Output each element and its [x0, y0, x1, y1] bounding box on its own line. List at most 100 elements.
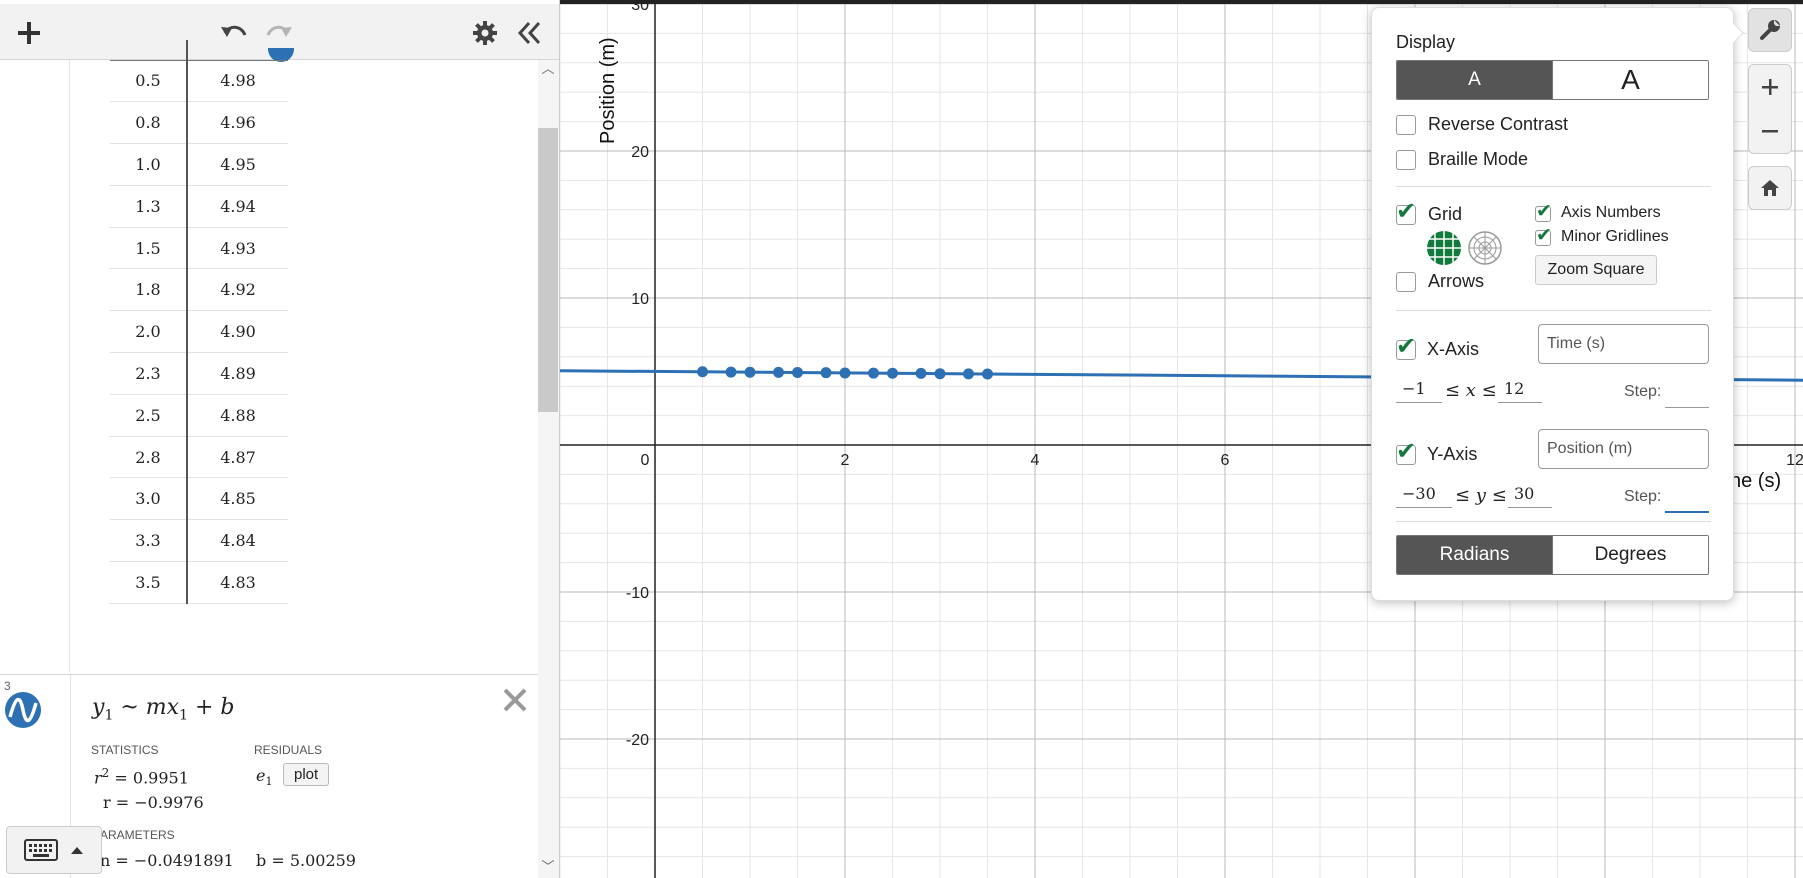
x-axis-checkbox[interactable]: ✔: [1396, 335, 1416, 360]
default-viewport-button[interactable]: [1748, 166, 1792, 210]
table-row: 2.8 4.87: [110, 436, 288, 479]
graph-settings-button[interactable]: [1748, 8, 1792, 52]
y-axis-checkbox[interactable]: ✔: [1396, 440, 1416, 465]
residuals-caption: RESIDUALS: [254, 743, 323, 757]
close-icon[interactable]: [500, 685, 530, 715]
x-tick-label: 0: [641, 452, 650, 469]
reverse-contrast-checkbox[interactable]: [1396, 115, 1416, 135]
axis-numbers-checkbox[interactable]: ✔: [1535, 202, 1552, 222]
table-cell-y[interactable]: 4.98: [187, 60, 288, 103]
expression-scrollbar[interactable]: ︿ ﹀: [538, 60, 559, 878]
y-axis-label-field[interactable]: Position (m): [1538, 429, 1709, 469]
data-point: [982, 368, 993, 380]
table-cell-y[interactable]: 4.85: [187, 477, 288, 521]
scroll-down-arrow[interactable]: ﹀: [541, 860, 555, 874]
grid-checkbox[interactable]: ✔: [1396, 200, 1416, 225]
settings-divider: [1396, 186, 1711, 187]
arrows-checkbox[interactable]: [1396, 272, 1416, 292]
table-cell-x[interactable]: 3.0: [110, 477, 188, 521]
check-icon: ✔: [1396, 333, 1417, 360]
font-size-toggle: A A: [1396, 60, 1709, 100]
y-min-input[interactable]: −30: [1396, 484, 1452, 508]
table-cell-x[interactable]: 3.3: [110, 519, 188, 563]
table-cell-x[interactable]: 2.8: [110, 436, 188, 479]
x-step-input[interactable]: [1665, 384, 1709, 408]
table-cell-y[interactable]: 4.94: [187, 185, 288, 228]
table-cell-x[interactable]: 2.0: [110, 310, 188, 354]
table-cell-x[interactable]: 1.8: [110, 268, 188, 312]
keyboard-toggle-button[interactable]: [6, 826, 102, 874]
check-icon: ✔: [1396, 198, 1417, 225]
zoom-out-button[interactable]: [1749, 109, 1791, 153]
scroll-up-arrow[interactable]: ︿: [541, 62, 555, 76]
data-table: 0.5 4.98 0.8 4.96 1.0 4.95 1.3 4.94 1.5 4.93 1.8 4.…: [110, 40, 288, 604]
table-cell-y[interactable]: 4.96: [187, 101, 288, 145]
table-cell-x[interactable]: 3.5: [110, 561, 188, 604]
zoom-square-button[interactable]: Zoom Square: [1535, 255, 1657, 285]
table-cell-y[interactable]: 4.89: [187, 352, 288, 395]
table-cell-x[interactable]: 1.0: [110, 143, 188, 186]
data-point: [820, 367, 832, 379]
x-max-input[interactable]: 12: [1498, 379, 1542, 403]
plus-icon: [18, 22, 40, 44]
regression-formula[interactable]: y1 ~ mx1 + b: [92, 695, 235, 723]
reverse-contrast-label: Reverse Contrast: [1428, 114, 1569, 134]
table-row: 1.8 4.92: [110, 268, 288, 312]
add-item-button[interactable]: [10, 14, 48, 52]
axis-numbers-label: Axis Numbers: [1561, 204, 1661, 221]
polar-grid-icon[interactable]: [1467, 230, 1503, 266]
font-size-large-button[interactable]: A: [1552, 61, 1708, 99]
residual-sub: 1: [265, 775, 273, 789]
table-gutter: [0, 60, 70, 672]
radians-button[interactable]: Radians: [1397, 536, 1552, 574]
cartesian-grid-icon[interactable]: [1426, 230, 1462, 266]
scroll-thumb[interactable]: [538, 128, 558, 412]
y-range-operator: ≤ y ≤: [1455, 485, 1507, 506]
collapse-panel-button[interactable]: [510, 14, 548, 52]
y-step-input[interactable]: [1665, 489, 1709, 513]
plot-residuals-button[interactable]: plot: [283, 763, 330, 786]
table-cell-y[interactable]: 4.90: [187, 310, 288, 354]
table-header-row: [110, 40, 288, 61]
arrows-label: Arrows: [1428, 271, 1485, 291]
table-header-x[interactable]: [110, 40, 188, 61]
data-table-item: 0.5 4.98 0.8 4.96 1.0 4.95 1.3 4.94 1.5 4.93 1.8 4.…: [70, 40, 540, 672]
table-cell-y[interactable]: 4.83: [187, 561, 288, 604]
font-size-small-button[interactable]: A: [1397, 61, 1552, 99]
y-tick-label: -10: [626, 585, 649, 602]
grid-label: Grid: [1428, 204, 1463, 224]
table-cell-y[interactable]: 4.92: [187, 268, 288, 312]
y-max-input[interactable]: 30: [1508, 484, 1552, 508]
degrees-button[interactable]: Degrees: [1552, 536, 1708, 574]
table-cell-x[interactable]: 1.5: [110, 227, 188, 270]
angle-mode-toggle: Radians Degrees: [1396, 535, 1709, 575]
y-tick-label: 30: [631, 4, 649, 14]
table-cell-y[interactable]: 4.95: [187, 143, 288, 186]
table-cell-x[interactable]: 0.8: [110, 101, 188, 145]
table-cell-y[interactable]: 4.87: [187, 436, 288, 479]
table-cell-y[interactable]: 4.93: [187, 227, 288, 270]
table-cell-x[interactable]: 1.3: [110, 185, 188, 228]
r-squared-value: r2 = 0.9951: [94, 766, 189, 788]
display-heading: Display: [1396, 32, 1456, 52]
braille-mode-checkbox[interactable]: [1396, 150, 1416, 170]
formula-y: y: [92, 695, 105, 720]
data-point: [773, 366, 784, 378]
check-icon: ✔: [1536, 225, 1552, 246]
r-squared-text: = 0.9951: [114, 768, 189, 788]
table-cell-x[interactable]: 2.3: [110, 352, 188, 395]
settings-button[interactable]: [466, 14, 504, 52]
data-point: [868, 367, 879, 379]
minor-gridlines-checkbox[interactable]: ✔: [1535, 226, 1552, 246]
table-cell-y[interactable]: 4.88: [187, 394, 288, 437]
x-range-operator: ≤ x ≤: [1445, 380, 1497, 401]
table-cell-x[interactable]: 2.5: [110, 394, 188, 437]
table-cell-x[interactable]: 0.5: [110, 60, 188, 103]
table-cell-y[interactable]: 4.84: [187, 519, 288, 563]
table-header-y[interactable]: [187, 40, 288, 61]
zoom-in-button[interactable]: [1749, 65, 1791, 109]
x-min-input[interactable]: −1: [1396, 379, 1442, 403]
data-point: [963, 368, 974, 380]
table-row: 0.5 4.98: [110, 60, 288, 103]
x-axis-label-field[interactable]: Time (s): [1538, 324, 1709, 364]
